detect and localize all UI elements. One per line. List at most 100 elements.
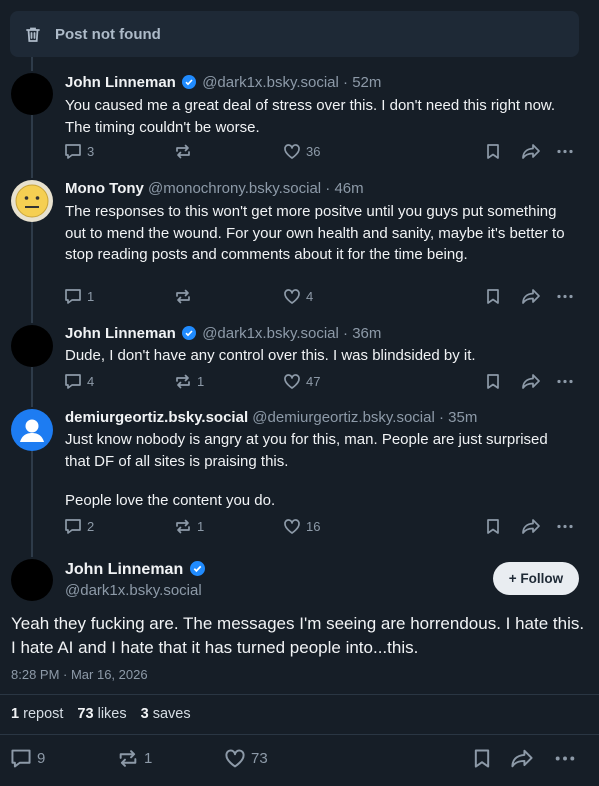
avatar[interactable] — [11, 325, 53, 367]
reply-actions: 2 1 16 — [64, 518, 584, 538]
author-name[interactable]: Mono Tony — [65, 180, 144, 197]
reply-button[interactable]: 1 — [64, 288, 94, 305]
more-options-button[interactable] — [554, 748, 576, 769]
reply-button[interactable]: 9 — [10, 748, 45, 769]
author-handle[interactable]: @dark1x.bsky.social — [202, 325, 339, 342]
bookmark-button[interactable] — [485, 288, 501, 305]
post-not-found-label: Post not found — [55, 25, 161, 43]
share-icon — [522, 519, 540, 534]
repost-button[interactable]: 1 — [174, 518, 204, 535]
like-count: 73 — [251, 750, 268, 767]
share-button[interactable] — [521, 143, 541, 160]
reply-text: Just know nobody is angry at you for thi… — [65, 431, 548, 470]
heart-icon — [284, 289, 300, 304]
saves-stat-count: 3 — [140, 706, 149, 722]
saves-stat-label: saves — [152, 706, 191, 722]
thread-line — [31, 115, 33, 178]
share-icon — [522, 289, 540, 304]
repost-icon — [176, 289, 190, 304]
reply-text: You caused me a great deal of stress ove… — [65, 97, 556, 136]
author-handle[interactable]: @demiurgeortiz.bsky.social — [252, 409, 435, 426]
bookmark-icon — [487, 144, 499, 159]
reply-icon — [65, 374, 81, 389]
author-name[interactable]: John Linneman — [65, 325, 176, 342]
heart-icon — [284, 519, 300, 534]
reply-header: John Linneman @dark1x.bsky.social · 52m — [65, 74, 381, 91]
bookmark-button[interactable] — [485, 518, 501, 535]
more-options-button[interactable] — [556, 288, 574, 305]
more-icon — [557, 294, 573, 299]
reply-button[interactable]: 2 — [64, 518, 94, 535]
more-icon — [557, 379, 573, 384]
likes-stat-label: likes — [97, 706, 127, 722]
author-handle[interactable]: @dark1x.bsky.social — [65, 582, 202, 599]
share-button[interactable] — [521, 288, 541, 305]
like-button[interactable]: 47 — [283, 373, 320, 390]
reply-button[interactable]: 4 — [64, 373, 94, 390]
share-button[interactable] — [510, 748, 534, 769]
more-icon — [557, 149, 573, 154]
post-time[interactable]: · 52m — [343, 74, 381, 91]
bookmark-button[interactable] — [485, 373, 501, 390]
bookmark-icon — [487, 374, 499, 389]
post-time[interactable]: · 35m — [439, 409, 477, 426]
like-button[interactable]: 16 — [283, 518, 320, 535]
more-options-button[interactable] — [556, 518, 574, 535]
reply-header: Mono Tony @monochrony.bsky.social · 46m — [65, 180, 364, 197]
heart-icon — [284, 374, 300, 389]
author-name[interactable]: demiurgeortiz.bsky.social — [65, 409, 248, 426]
follow-button[interactable]: + Follow — [493, 562, 579, 595]
avatar[interactable] — [11, 180, 53, 222]
reply-actions: 3 36 — [64, 143, 584, 163]
repost-icon — [176, 374, 190, 389]
repost-count: 1 — [144, 750, 153, 767]
thread-line — [31, 222, 33, 323]
avatar[interactable] — [11, 409, 53, 451]
repost-button[interactable]: 1 — [174, 373, 204, 390]
like-button[interactable]: 36 — [283, 143, 320, 160]
reply-text: Dude, I don't have any control over this… — [65, 347, 476, 364]
author-handle[interactable]: @dark1x.bsky.social — [202, 74, 339, 91]
bookmark-button[interactable] — [485, 143, 501, 160]
like-count: 36 — [306, 144, 321, 159]
share-icon — [522, 374, 540, 389]
repost-count: 1 — [197, 519, 205, 534]
post-text: Yeah they fucking are. The messages I'm … — [11, 614, 585, 657]
divider — [0, 694, 599, 695]
like-button[interactable]: 73 — [224, 748, 268, 769]
reposts-stat-label: repost — [23, 706, 64, 722]
repost-button[interactable] — [174, 143, 197, 160]
verified-icon — [182, 326, 197, 340]
avatar[interactable] — [11, 73, 53, 115]
author-name[interactable]: John Linneman — [65, 74, 176, 91]
bookmark-button[interactable] — [472, 748, 492, 769]
avatar[interactable] — [11, 559, 53, 601]
repost-button[interactable]: 1 — [117, 748, 152, 769]
bookmark-icon — [474, 749, 490, 768]
main-author-name[interactable]: John Linneman — [65, 561, 207, 579]
like-count: 4 — [306, 289, 314, 304]
author-handle[interactable]: @monochrony.bsky.social — [148, 180, 321, 197]
like-button[interactable]: 4 — [283, 288, 313, 305]
reply-button[interactable]: 3 — [64, 143, 94, 160]
share-button[interactable] — [521, 518, 541, 535]
divider — [0, 734, 599, 735]
post-time[interactable]: · 46m — [325, 180, 363, 197]
thread-line — [31, 451, 33, 557]
share-icon — [511, 749, 533, 768]
reposts-stat[interactable]: 1 repost — [11, 706, 63, 722]
reply-actions: 4 1 47 — [64, 373, 584, 393]
bookmark-icon — [487, 519, 499, 534]
share-button[interactable] — [521, 373, 541, 390]
repost-button[interactable] — [174, 288, 197, 305]
likes-stat[interactable]: 73 likes — [77, 706, 126, 722]
more-options-button[interactable] — [556, 143, 574, 160]
repost-icon — [119, 750, 137, 767]
post-timestamp[interactable]: 8:28 PM · Mar 16, 2026 — [11, 667, 148, 682]
heart-icon — [225, 749, 245, 768]
saves-stat[interactable]: 3 saves — [141, 706, 191, 722]
author-name[interactable]: John Linneman — [65, 561, 183, 578]
more-icon — [557, 524, 573, 529]
more-options-button[interactable] — [556, 373, 574, 390]
post-time[interactable]: · 36m — [343, 325, 381, 342]
